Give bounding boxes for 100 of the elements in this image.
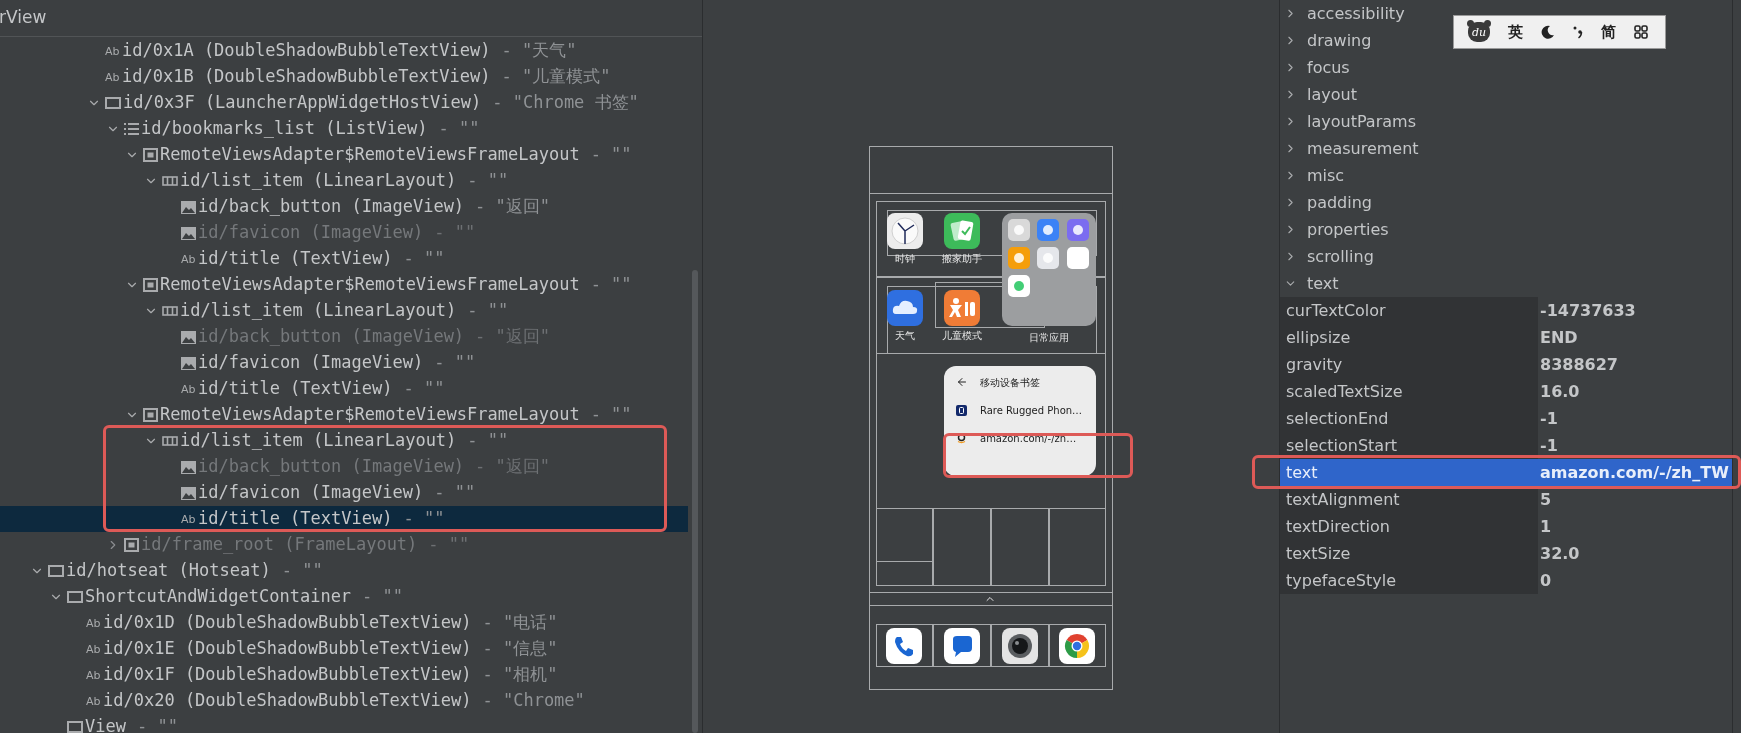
property-row[interactable]: curTextColor -14737633 [1280,297,1732,324]
grid-icon[interactable] [1634,25,1648,39]
node-value: - "" [467,429,509,453]
property-value: 1 [1539,515,1552,538]
property-value: amazon.com/-/zh_TW [1539,461,1729,484]
favicon-icon [956,404,967,416]
tree-row[interactable]: id/0x3F (LauncherAppWidgetHostView) - "Chrome 书签" [0,90,688,116]
property-row[interactable]: gravity 8388627 [1280,351,1732,378]
tree-row[interactable]: Ab id/0x1B (DoubleShadowBubbleTextView) - "儿童模式" [0,64,688,90]
mini-app-icon [1008,275,1030,297]
script-toggle[interactable]: 简 [1601,20,1616,44]
punctuation-icon[interactable] [1573,25,1583,39]
node-value: - "相机" [482,663,558,687]
view-icon [48,565,64,577]
cards-icon [944,213,980,249]
text-view-icon: Ab [86,669,103,681]
category-label[interactable]: layout [1307,82,1357,107]
property-name: typefaceStyle [1280,567,1538,594]
node-value: - "" [403,507,445,531]
category-label[interactable]: accessibility [1307,1,1405,26]
property-value: END [1539,326,1578,349]
property-row[interactable]: scaledTextSize 16.0 [1280,378,1732,405]
tree-row[interactable]: id/back_button (ImageView) - "返回" [0,194,688,220]
tree-row[interactable]: id/favicon (ImageView) - "" [0,350,688,376]
property-row[interactable]: typefaceStyle 0 [1280,567,1732,594]
property-row[interactable]: textDirection 1 [1280,513,1732,540]
image-icon [181,200,196,214]
tree-row[interactable]: id/list_item (LinearLayout) - "" [0,168,688,194]
node-label: ShortcutAndWidgetContainer [85,585,352,609]
property-value: -1 [1539,434,1558,457]
app-label: 儿童模式 [942,330,982,342]
node-value: - "Chrome 书签" [492,91,639,115]
node-label: id/favicon (ImageView) [198,481,424,505]
child-figure-icon [944,290,980,326]
node-value: - "" [434,351,476,375]
property-name: curTextColor [1280,297,1538,324]
category-label[interactable]: properties [1307,217,1389,242]
node-label: id/0x1D (DoubleShadowBubbleTextView) [103,611,472,635]
category-label[interactable]: layoutParams [1307,109,1416,134]
frame-icon [143,408,158,422]
tree-row[interactable]: RemoteViewsAdapter$RemoteViewsFrameLayout - "" [0,402,688,428]
property-value: 8388627 [1539,353,1618,376]
tree-row[interactable]: Ab id/title (TextView) - "" [0,376,688,402]
tree-row[interactable]: View - "" [0,714,688,733]
tree-row[interactable]: Ab id/0x20 (DoubleShadowBubbleTextView) - "Chrome" [0,688,688,714]
node-value: - "电话" [482,611,558,635]
property-name: ellipsize [1280,324,1538,351]
property-row[interactable]: selectionEnd -1 [1280,405,1732,432]
property-row[interactable]: selectionStart -1 [1280,432,1732,459]
tree-row[interactable]: RemoteViewsAdapter$RemoteViewsFrameLayout - "" [0,142,688,168]
tree-row[interactable]: Ab id/title (TextView) - "" [0,246,688,272]
image-icon [181,356,196,370]
language-toggle[interactable]: 英 [1508,20,1523,44]
property-row[interactable]: text amazon.com/-/zh_TW [1280,459,1732,486]
property-row[interactable]: textSize 32.0 [1280,540,1732,567]
property-value: 5 [1539,488,1552,511]
node-value: - "返回" [475,195,551,219]
bookmark-widget[interactable]: 移动设备书签 Rare Rugged Phon… amazon.com/-/zh… [944,366,1096,476]
property-row[interactable]: ellipsize END [1280,324,1732,351]
tree-row[interactable]: RemoteViewsAdapter$RemoteViewsFrameLayout - "" [0,272,688,298]
category-label[interactable]: drawing [1307,28,1372,53]
tree-row[interactable]: Ab id/0x1D (DoubleShadowBubbleTextView) - "电话" [0,610,688,636]
node-value: - "" [281,559,323,583]
category-label[interactable]: misc [1307,163,1345,188]
tree-row[interactable]: Ab id/0x1E (DoubleShadowBubbleTextView) - "信息" [0,636,688,662]
tree-row[interactable]: id/favicon (ImageView) - "" [0,480,688,506]
mini-app-icon [1037,247,1060,269]
category-label[interactable]: padding [1307,190,1372,215]
mini-app-icon [1008,219,1030,241]
category-label[interactable]: measurement [1307,136,1419,161]
back-arrow-icon[interactable] [956,376,968,388]
bookmark-title[interactable]: amazon.com/-/zh… [980,430,1077,446]
tree-row[interactable]: Ab id/0x1F (DoubleShadowBubbleTextView) - "相机" [0,662,688,688]
tree-row[interactable]: id/list_item (LinearLayout) - "" [0,298,688,324]
node-label: id/list_item (LinearLayout) [180,169,457,193]
property-name: scaledTextSize [1280,378,1538,405]
tree-row[interactable]: Ab id/title (TextView) - "" [0,506,688,532]
moon-icon[interactable] [1541,25,1555,39]
node-value: - "" [136,715,178,733]
node-label: RemoteViewsAdapter$RemoteViewsFrameLayout [160,273,580,297]
category-label[interactable]: text [1307,271,1339,296]
app-label: 搬家助手 [942,253,982,265]
bookmark-title[interactable]: Rare Rugged Phon… [980,402,1083,418]
clock-icon [887,213,923,249]
node-label: id/0x1E (DoubleShadowBubbleTextView) [103,637,472,661]
tree-row[interactable]: ShortcutAndWidgetContainer - "" [0,584,688,610]
tree-row[interactable]: id/hotseat (Hotseat) - "" [0,558,688,584]
category-label[interactable]: scrolling [1307,244,1374,269]
widget-title: 移动设备书签 [980,375,1040,390]
image-icon [181,330,196,344]
node-label: id/title (TextView) [198,377,393,401]
tree-row[interactable]: id/list_item (LinearLayout) - "" [0,428,688,454]
node-value: - "天气" [501,39,577,63]
scrollbar[interactable] [692,270,698,733]
property-value: 16.0 [1539,380,1580,403]
app-folder[interactable] [1002,213,1096,326]
tree-row[interactable]: Ab id/0x1A (DoubleShadowBubbleTextView) - "天气" [0,38,688,64]
category-label[interactable]: focus [1307,55,1350,80]
node-value: - "" [362,585,404,609]
tree-row[interactable]: id/bookmarks_list (ListView) - "" [0,116,688,142]
